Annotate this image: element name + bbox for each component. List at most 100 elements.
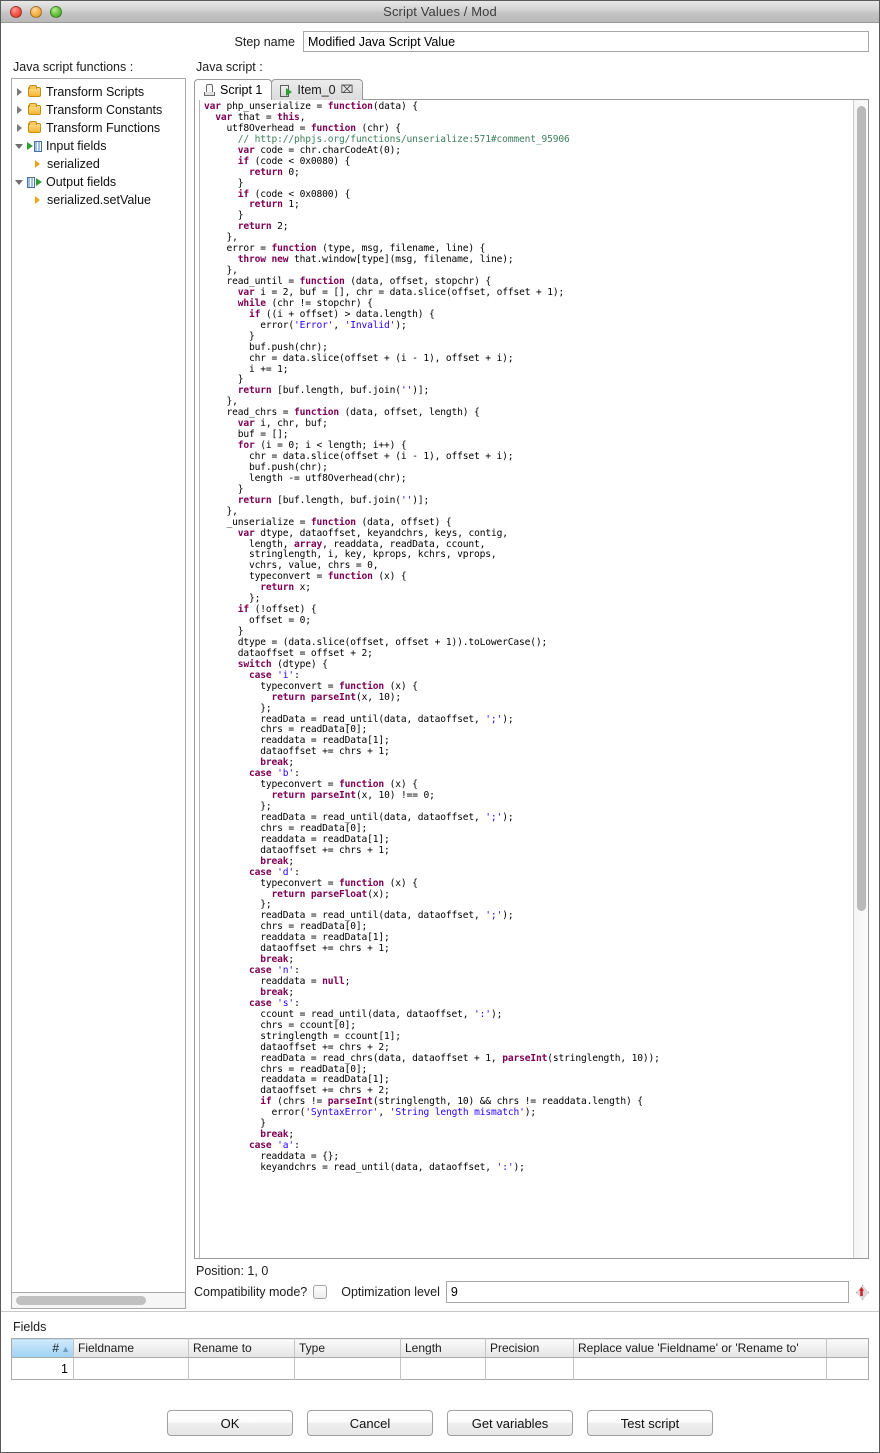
code-line: return 1; <box>249 199 300 211</box>
code-line: break; <box>260 954 295 966</box>
editor-options-row: Compatibility mode? Optimization level <box>194 1281 869 1309</box>
chevron-right-icon[interactable] <box>30 196 44 204</box>
column-header-type[interactable]: Type <box>294 1338 401 1358</box>
code-vertical-scrollbar[interactable] <box>853 100 868 1258</box>
code-line: } <box>204 210 244 222</box>
ok-button[interactable]: OK <box>167 1410 293 1436</box>
tree-item-transform-scripts[interactable]: Transform Scripts <box>12 83 185 101</box>
code-line: switch (dtype) { <box>237 658 328 670</box>
java-script-label: Java script : <box>196 60 263 74</box>
test-script-button[interactable]: Test script <box>587 1410 713 1436</box>
tab-item-0[interactable]: Item_0 ⌧ <box>271 79 364 100</box>
fields-section: Fields # ▲ Fieldname Rename to Type Leng… <box>1 1312 879 1380</box>
dialog-button-bar: OK Cancel Get variables Test script <box>1 1380 879 1452</box>
tree-item-transform-constants[interactable]: Transform Constants <box>12 101 185 119</box>
tree-item-serialized-setvalue[interactable]: serialized.setValue <box>12 191 185 209</box>
step-name-input[interactable] <box>303 31 869 52</box>
column-header-length[interactable]: Length <box>400 1338 486 1358</box>
tree-item-serialized[interactable]: serialized <box>12 155 185 173</box>
functions-tree[interactable]: Transform Scripts Transform Constants Tr… <box>11 78 186 1293</box>
tree-horizontal-scrollbar-thumb[interactable] <box>16 1296 146 1305</box>
tab-script-1[interactable]: Script 1 <box>194 79 273 100</box>
code-line: dataoffset += chrs + 1; <box>204 844 390 856</box>
tree-item-label: Transform Scripts <box>46 85 145 99</box>
column-header-fieldname[interactable]: Fieldname <box>73 1338 189 1358</box>
folder-icon <box>26 85 43 97</box>
chevron-right-icon[interactable] <box>12 124 26 132</box>
code-line: } <box>204 1118 266 1130</box>
step-name-row: Step name <box>1 23 879 59</box>
code-line: return 2; <box>237 221 289 233</box>
code-line: i += 1; <box>204 363 289 375</box>
cell-rename-to[interactable] <box>188 1357 295 1380</box>
panes-container: Java script functions : Transform Script… <box>1 59 879 1309</box>
cursor-position-status: Position: 1, 0 <box>196 1264 269 1278</box>
code-line: break; <box>260 855 295 867</box>
code-line: error('Error', 'Invalid'); <box>204 319 407 331</box>
chevron-right-icon[interactable] <box>12 106 26 114</box>
input-fields-icon <box>26 140 43 152</box>
tree-item-label: serialized.setValue <box>47 193 151 207</box>
code-line: offset = 0; <box>204 615 311 627</box>
tab-strip-filler <box>362 79 869 100</box>
dialog-body: Step name Java script functions : Transf… <box>1 23 879 1452</box>
tree-item-label: Output fields <box>46 175 117 189</box>
code-editor[interactable]: var php_unserialize = function(data) { v… <box>194 99 869 1259</box>
java-script-functions-label: Java script functions : <box>13 60 134 74</box>
java-script-pane: Java script : Script 1 Item_0 ⌧ var php_… <box>194 59 869 1309</box>
code-line: readdata = null; <box>204 976 351 987</box>
code-line: return parseFloat(x); <box>271 888 390 900</box>
tree-item-output-fields[interactable]: Output fields <box>12 173 185 191</box>
cancel-button[interactable]: Cancel <box>307 1410 433 1436</box>
cell-precision[interactable] <box>485 1357 574 1380</box>
fields-table[interactable]: # ▲ Fieldname Rename to Type Length Preci… <box>11 1338 869 1380</box>
code-line: if (code < 0x0080) { <box>237 155 351 167</box>
chevron-right-icon[interactable] <box>12 88 26 96</box>
table-row[interactable]: 1 <box>11 1357 869 1380</box>
chevron-down-icon[interactable] <box>12 143 26 149</box>
code-text-area[interactable]: var php_unserialize = function(data) { v… <box>200 100 853 1258</box>
column-header-rename-to[interactable]: Rename to <box>188 1338 295 1358</box>
script-icon <box>202 83 216 97</box>
code-line: throw new that.window[type](msg, filenam… <box>237 254 514 266</box>
fields-title: Fields <box>13 1320 47 1334</box>
cell-fieldname[interactable] <box>73 1357 189 1380</box>
script-values-mod-window: Script Values / Mod Step name Java scrip… <box>0 0 880 1453</box>
folder-icon <box>26 121 43 133</box>
code-line: if (code < 0x0800) { <box>237 188 351 200</box>
code-line: break; <box>260 757 295 769</box>
tree-item-transform-functions[interactable]: Transform Functions <box>12 119 185 137</box>
code-line: return parseInt(x, 10) !== 0; <box>271 790 435 802</box>
tree-item-label: Transform Functions <box>46 121 161 135</box>
optimization-level-input[interactable] <box>445 1281 849 1303</box>
code-vertical-scrollbar-thumb[interactable] <box>857 105 866 911</box>
cell-type[interactable] <box>294 1357 401 1380</box>
code-line: dataoffset += chrs + 1; <box>204 943 390 955</box>
code-line: length -= utf8Overhead(chr); <box>204 472 407 484</box>
close-icon[interactable]: ⌧ <box>340 84 354 96</box>
chevron-down-icon[interactable] <box>12 179 26 185</box>
tree-item-input-fields[interactable]: Input fields <box>12 137 185 155</box>
window-title: Script Values / Mod <box>383 4 497 19</box>
column-header-replace-value[interactable]: Replace value 'Fieldname' or 'Rename to' <box>573 1338 827 1358</box>
cell-extra[interactable] <box>826 1357 869 1380</box>
chevron-right-icon[interactable] <box>30 160 44 168</box>
tree-item-label: Input fields <box>46 139 107 153</box>
output-fields-icon <box>26 176 43 188</box>
code-line: keyandchrs = read_until(data, dataoffset… <box>204 1161 525 1173</box>
column-header-extra[interactable] <box>826 1338 869 1358</box>
variable-diamond-icon[interactable] <box>855 1284 869 1300</box>
script-tab-strip: Script 1 Item_0 ⌧ <box>194 78 869 100</box>
tree-horizontal-scrollbar[interactable] <box>11 1293 186 1309</box>
get-variables-button[interactable]: Get variables <box>447 1410 573 1436</box>
code-line: break; <box>260 986 295 998</box>
column-header-number[interactable]: # ▲ <box>11 1338 74 1358</box>
code-line: break; <box>260 1129 295 1141</box>
folder-icon <box>26 103 43 115</box>
cell-length[interactable] <box>400 1357 486 1380</box>
code-line: return 0; <box>249 166 300 178</box>
cell-replace-value[interactable] <box>573 1357 827 1380</box>
compatibility-mode-checkbox[interactable] <box>313 1285 328 1299</box>
column-header-precision[interactable]: Precision <box>485 1338 574 1358</box>
tab-label: Item_0 <box>297 83 336 97</box>
